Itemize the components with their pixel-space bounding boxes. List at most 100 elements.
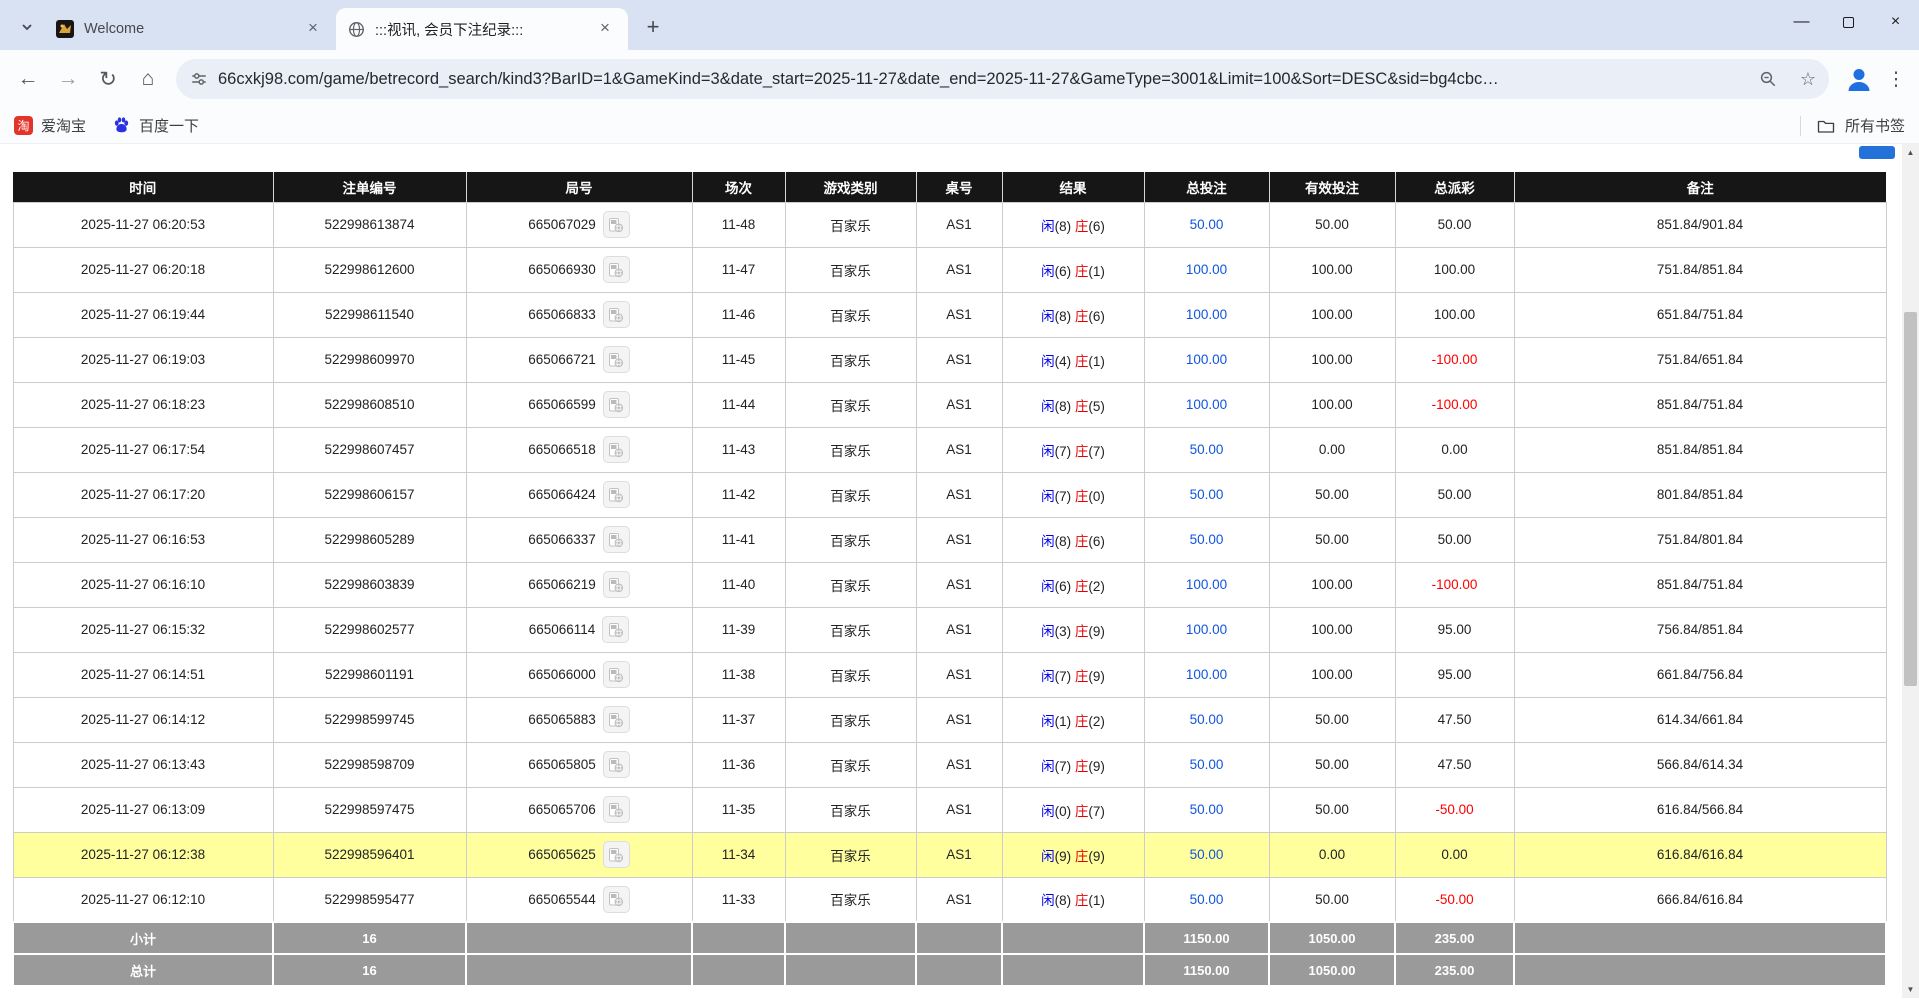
home-button[interactable]: ⌂ <box>128 59 168 99</box>
round-number: 665065544 <box>528 892 596 907</box>
tab-close-icon[interactable]: × <box>594 18 616 40</box>
video-replay-button[interactable] <box>603 391 630 418</box>
cell-table-no: AS1 <box>916 427 1002 472</box>
round-number: 665066424 <box>528 487 596 502</box>
col-header-result: 结果 <box>1002 172 1144 202</box>
close-window-button[interactable]: × <box>1872 0 1919 44</box>
total-bet-link[interactable]: 50.00 <box>1190 217 1224 232</box>
cell-time: 2025-11-27 06:19:44 <box>13 292 273 337</box>
cell-bet-id: 522998606157 <box>273 472 466 517</box>
cell-game-type: 百家乐 <box>785 607 916 652</box>
video-replay-button[interactable] <box>603 886 630 913</box>
cell-result: 闲(8) 庄(6) <box>1002 202 1144 247</box>
cell-time: 2025-11-27 06:16:10 <box>13 562 273 607</box>
footer-label: 总计 <box>13 954 273 986</box>
total-bet-link[interactable]: 50.00 <box>1190 892 1224 907</box>
tab-search-button[interactable] <box>12 10 42 44</box>
bookmark-baidu[interactable]: 百度一下 <box>112 115 199 136</box>
banker-label: 庄 <box>1075 579 1089 594</box>
video-replay-button[interactable] <box>603 301 630 328</box>
video-replay-button[interactable] <box>603 481 630 508</box>
folder-icon <box>1817 118 1835 134</box>
player-label: 闲 <box>1041 264 1055 279</box>
film-icon <box>608 847 624 863</box>
cell-total-payout: 47.50 <box>1395 697 1514 742</box>
cell-result: 闲(8) 庄(6) <box>1002 292 1144 337</box>
total-bet-link[interactable]: 50.00 <box>1190 802 1224 817</box>
video-replay-button[interactable] <box>603 706 630 733</box>
cell-bet-id: 522998608510 <box>273 382 466 427</box>
page-content: 时间注单编号局号场次游戏类别桌号结果总投注有效投注总派彩备注2025-11-27… <box>0 144 1919 998</box>
page-scrollbar[interactable]: ▲ ▼ <box>1902 144 1919 998</box>
cell-time: 2025-11-27 06:17:54 <box>13 427 273 472</box>
total-bet-link[interactable]: 50.00 <box>1190 487 1224 502</box>
scrollbar-down-icon[interactable]: ▼ <box>1902 981 1919 998</box>
total-bet-link[interactable]: 100.00 <box>1186 622 1227 637</box>
bookmark-star-icon[interactable]: ☆ <box>1793 64 1823 94</box>
cell-total-bet: 50.00 <box>1144 832 1269 877</box>
cell-bet-id: 522998599745 <box>273 697 466 742</box>
payout-value: 47.50 <box>1438 757 1472 772</box>
total-bet-link[interactable]: 100.00 <box>1186 397 1227 412</box>
cell-remark: 661.84/756.84 <box>1514 652 1886 697</box>
site-settings-tune-icon[interactable] <box>190 70 208 88</box>
total-bet-link[interactable]: 50.00 <box>1190 757 1224 772</box>
url-text[interactable]: 66cxkj98.com/game/betrecord_search/kind3… <box>218 70 1743 89</box>
tab-welcome[interactable]: Welcome × <box>44 8 336 50</box>
cell-total-payout: 100.00 <box>1395 247 1514 292</box>
video-replay-button[interactable] <box>603 436 630 463</box>
back-button[interactable]: ← <box>8 59 48 99</box>
scrollbar-thumb[interactable] <box>1904 312 1917 686</box>
cell-total-bet: 100.00 <box>1144 652 1269 697</box>
address-bar[interactable]: 66cxkj98.com/game/betrecord_search/kind3… <box>176 59 1829 99</box>
video-replay-button[interactable] <box>603 256 630 283</box>
footer-count: 16 <box>273 922 466 954</box>
total-bet-link[interactable]: 100.00 <box>1186 307 1227 322</box>
maximize-button[interactable] <box>1825 0 1872 44</box>
blue-button-partial[interactable] <box>1859 146 1895 159</box>
video-replay-button[interactable] <box>603 571 630 598</box>
bookmark-taobao[interactable]: 淘 爱淘宝 <box>14 115 86 136</box>
new-tab-button[interactable]: + <box>636 10 670 44</box>
browser-menu-button[interactable]: ⋮ <box>1881 61 1911 97</box>
total-bet-link[interactable]: 50.00 <box>1190 532 1224 547</box>
total-bet-link[interactable]: 50.00 <box>1190 442 1224 457</box>
cell-table-no: AS1 <box>916 652 1002 697</box>
player-label: 闲 <box>1041 354 1055 369</box>
forward-button[interactable]: → <box>48 59 88 99</box>
video-replay-button[interactable] <box>603 661 630 688</box>
result-value: (6) <box>1088 219 1105 234</box>
all-bookmarks-button[interactable]: 所有书签 <box>1845 115 1905 136</box>
cell-session: 11-46 <box>692 292 785 337</box>
video-replay-button[interactable] <box>603 841 630 868</box>
tab-close-icon[interactable]: × <box>302 18 324 40</box>
cell-valid-bet: 100.00 <box>1269 382 1395 427</box>
reload-button[interactable]: ↻ <box>88 59 128 99</box>
total-bet-link[interactable]: 100.00 <box>1186 262 1227 277</box>
cell-bet-id: 522998602577 <box>273 607 466 652</box>
total-bet-link[interactable]: 100.00 <box>1186 667 1227 682</box>
cell-remark: 616.84/566.84 <box>1514 787 1886 832</box>
table-row: 2025-11-27 06:17:54522998607457665066518… <box>13 427 1886 472</box>
table-row: 2025-11-27 06:19:03522998609970665066721… <box>13 337 1886 382</box>
video-replay-button[interactable] <box>603 751 630 778</box>
total-bet-link[interactable]: 50.00 <box>1190 712 1224 727</box>
video-replay-button[interactable] <box>603 796 630 823</box>
total-bet-link[interactable]: 100.00 <box>1186 352 1227 367</box>
total-bet-link[interactable]: 50.00 <box>1190 847 1224 862</box>
result-value: (7) <box>1088 444 1105 459</box>
minimize-button[interactable]: — <box>1778 0 1825 44</box>
video-replay-button[interactable] <box>603 211 630 238</box>
table-row: 2025-11-27 06:16:53522998605289665066337… <box>13 517 1886 562</box>
video-replay-button[interactable] <box>603 526 630 553</box>
cell-game-type: 百家乐 <box>785 292 916 337</box>
round-number: 665065706 <box>528 802 596 817</box>
video-replay-button[interactable] <box>603 346 630 373</box>
tab-betrecord[interactable]: :::视讯, 会员下注纪录::: × <box>336 8 628 50</box>
scrollbar-up-icon[interactable]: ▲ <box>1902 144 1919 161</box>
video-replay-button[interactable] <box>602 616 629 643</box>
payout-value: 50.00 <box>1438 217 1472 232</box>
total-bet-link[interactable]: 100.00 <box>1186 577 1227 592</box>
zoom-page-icon[interactable] <box>1753 64 1783 94</box>
profile-avatar[interactable] <box>1841 61 1877 97</box>
